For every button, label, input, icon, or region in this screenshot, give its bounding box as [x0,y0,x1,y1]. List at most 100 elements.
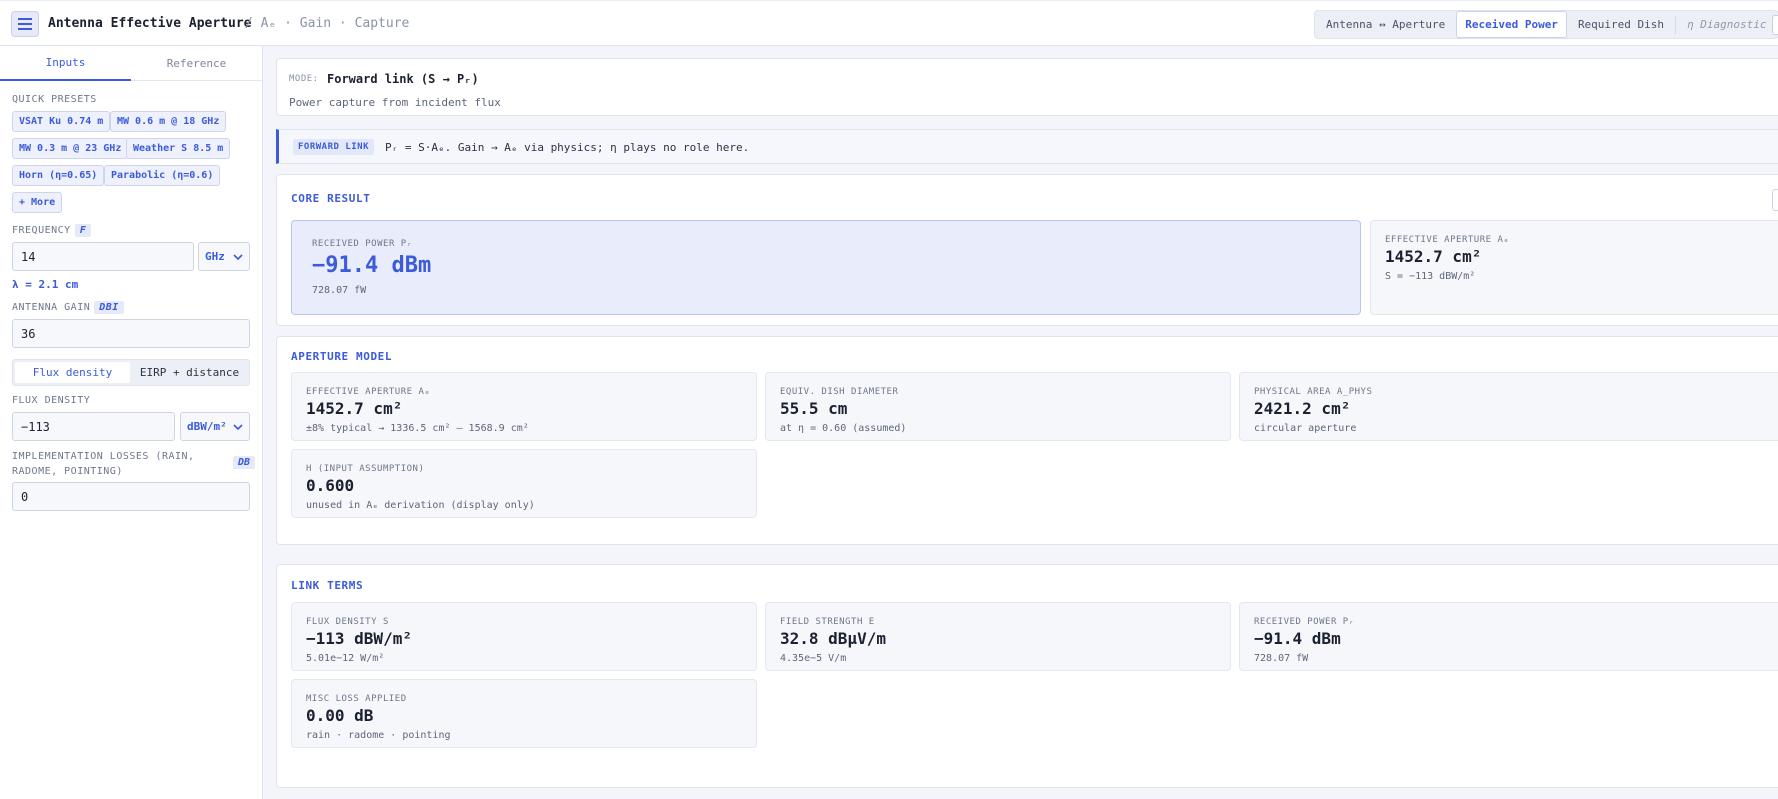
more-presets-button[interactable]: + More [12,192,63,213]
mode-tab-group: Antenna ↔ Aperture Received Power Requir… [1314,10,1778,39]
card-subvalue: unused in Aₑ derivation (display only) [306,500,535,511]
core-result-panel: CORE RESULT RECEIVED POWER Pᵣ −91.4 dBm … [276,174,1778,326]
hero-subvalue: 728.07 fW [312,285,367,296]
tab-reference[interactable]: Reference [131,46,262,81]
card-value: 32.8 dBµV/m [780,629,886,648]
card-value: 2421.2 cm² [1254,399,1351,418]
gain-unit-tag: DBI [94,301,124,314]
tab-inputs[interactable]: Inputs [0,46,131,81]
card-value: 1452.7 cm² [306,399,403,418]
mode-key: MODE: [289,74,319,84]
metric-card: FLUX DENSITY S −113 dBW/m² 5.01e−12 W/m² [291,602,757,671]
card-value: 1452.7 cm² [1385,247,1482,266]
mode-panel: MODE: Forward link (S → Pᵣ) Power captur… [276,58,1778,116]
hamburger-menu-icon [18,18,32,30]
frequency-input[interactable]: 14 [12,242,194,271]
chevron-down-icon [233,420,243,433]
card-label: EQUIV. DISH DIAMETER [780,387,899,397]
flux-label: FLUX DENSITY [12,395,91,406]
link-terms-panel: LINK TERMS FLUX DENSITY S −113 dBW/m² 5.… [276,564,1778,788]
frequency-unit-tag: F [74,224,92,237]
card-label: Η (INPUT ASSUMPTION) [306,464,425,474]
card-subvalue: 4.35e−5 V/m [780,653,847,664]
gain-input[interactable]: 36 [12,319,250,348]
card-label: FLUX DENSITY S [306,617,389,627]
sidebar: Inputs Reference QUICK PRESETS VSAT Ku 0… [0,46,263,799]
effective-aperture-card: EFFECTIVE APERTURE Aₑ 1452.7 cm² S = −11… [1370,220,1778,315]
banner-text: Pᵣ = S·Aₑ. Gain → Aₑ via physics; η play… [385,141,750,154]
hero-label: RECEIVED POWER Pᵣ [312,239,413,249]
card-label: RECEIVED POWER Pᵣ [1254,617,1355,627]
tab-eta-diagnostic[interactable]: η Diagnostic [1679,12,1774,37]
tab-required-dish[interactable]: Required Dish [1570,12,1672,37]
preset-parabolic[interactable]: Parabolic (η=0.6) [104,165,221,186]
header-overflow-button[interactable] [1772,15,1778,35]
metric-card: MISC LOSS APPLIED 0.00 dB rain · radome … [291,679,757,748]
presets-label: QUICK PRESETS [12,94,97,105]
card-subvalue: rain · radome · pointing [306,730,451,741]
card-subvalue: 728.07 fW [1254,653,1309,664]
aperture-model-title: APERTURE MODEL [291,350,393,363]
wavelength-readout: λ = 2.1 cm [12,278,79,291]
gain-label: ANTENNA GAIN DBI [12,301,124,314]
metric-card: PHYSICAL AREA A_PHYS 2421.2 cm² circular… [1239,372,1778,441]
card-subvalue: 5.01e−12 W/m² [306,653,385,664]
input-mode-toggle: Flux density EIRP + distance [12,359,250,386]
aperture-model-panel: APERTURE MODEL EFFECTIVE APERTURE Aₑ 145… [276,336,1778,545]
toggle-flux-density[interactable]: Flux density [15,362,130,383]
tab-divider [1675,15,1677,34]
toggle-eirp-distance[interactable]: EIRP + distance [132,362,247,383]
copy-result-button[interactable] [1772,189,1778,211]
core-result-title: CORE RESULT [291,192,371,205]
card-value: 55.5 cm [780,399,848,418]
losses-unit-tag: DB [233,456,256,469]
flux-input[interactable]: −113 [12,412,175,441]
metric-card: FIELD STRENGTH E 32.8 dBµV/m 4.35e−5 V/m [765,602,1231,671]
card-label: PHYSICAL AREA A_PHYS [1254,387,1373,397]
card-label: EFFECTIVE APERTURE Aₑ [1385,235,1510,245]
card-subvalue: at η = 0.60 (assumed) [780,423,907,434]
card-label: FIELD STRENGTH E [780,617,875,627]
card-subvalue: circular aperture [1254,423,1357,434]
top-bar: Antenna Effective Aperture / Aₑ · Gain ·… [0,0,1778,46]
card-label: EFFECTIVE APERTURE Aₑ [306,387,431,397]
frequency-unit-value: GHz [205,250,225,263]
mode-description: Power capture from incident flux [289,96,501,109]
card-label: MISC LOSS APPLIED [306,694,407,704]
metric-card: RECEIVED POWER Pᵣ −91.4 dBm 728.07 fW [1239,602,1778,671]
preset-horn[interactable]: Horn (η=0.65) [12,165,105,186]
flux-unit-value: dBW/m² [187,420,227,433]
main-content: MODE: Forward link (S → Pᵣ) Power captur… [263,46,1778,799]
breadcrumb: / Aₑ · Gain · Capture [245,16,410,31]
frequency-unit-select[interactable]: GHz [198,242,250,271]
metric-card: EQUIV. DISH DIAMETER 55.5 cm at η = 0.60… [765,372,1231,441]
chevron-down-icon [233,250,243,263]
mode-value: Forward link (S → Pᵣ) [327,72,479,86]
metric-card: EFFECTIVE APERTURE Aₑ 1452.7 cm² ±8% typ… [291,372,757,441]
frequency-label: FREQUENCY F [12,224,92,237]
preset-weather-s[interactable]: Weather S 8.5 m [126,138,231,159]
card-value: 0.00 dB [306,706,374,725]
tab-received-power[interactable]: Received Power [1456,11,1567,38]
card-value: −113 dBW/m² [306,629,412,648]
app-title: Antenna Effective Aperture [48,16,252,31]
sidebar-tabs: Inputs Reference [0,46,262,81]
preset-mw-23ghz[interactable]: MW 0.3 m @ 23 GHz [12,138,129,159]
received-power-hero: RECEIVED POWER Pᵣ −91.4 dBm 728.07 fW [291,220,1361,315]
forward-link-banner: FORWARD LINK Pᵣ = S·Aₑ. Gain → Aₑ via ph… [276,129,1778,164]
hero-value: −91.4 dBm [312,253,432,278]
card-value: 0.600 [306,476,355,495]
card-subvalue: S = −113 dBW/m² [1385,271,1476,282]
flux-unit-select[interactable]: dBW/m² [180,412,250,441]
banner-tag: FORWARD LINK [293,139,375,155]
metric-card: Η (INPUT ASSUMPTION) 0.600 unused in Aₑ … [291,449,757,518]
preset-vsat-ku[interactable]: VSAT Ku 0.74 m [12,111,111,132]
tab-antenna-aperture[interactable]: Antenna ↔ Aperture [1318,12,1453,37]
losses-label: IMPLEMENTATION LOSSES (RAIN, RADOME, POI… [12,451,195,477]
card-subvalue: ±8% typical → 1336.5 cm² – 1568.9 cm² [306,423,529,434]
card-value: −91.4 dBm [1254,629,1341,648]
menu-button[interactable] [11,11,39,37]
link-terms-title: LINK TERMS [291,579,364,592]
preset-mw-18ghz[interactable]: MW 0.6 m @ 18 GHz [110,111,227,132]
losses-input[interactable]: 0 [12,482,250,511]
